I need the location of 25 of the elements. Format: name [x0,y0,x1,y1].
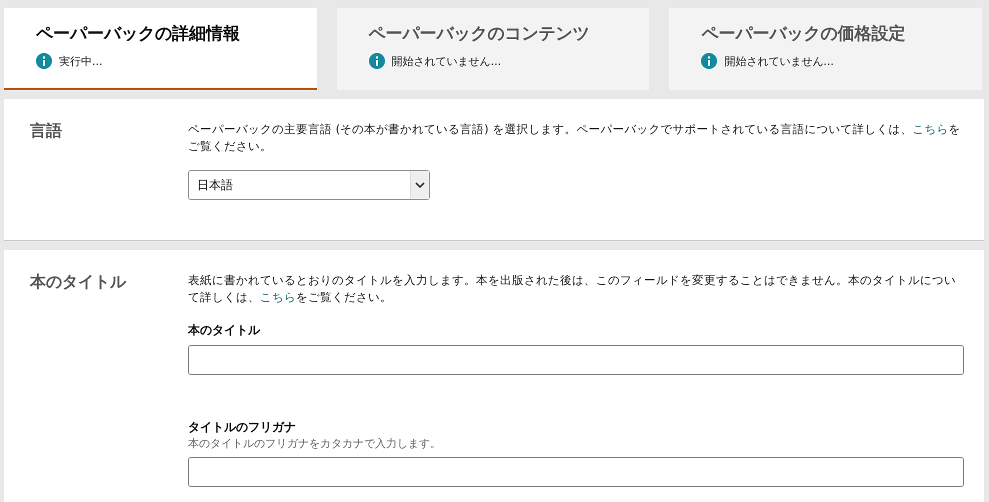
details-link[interactable]: こちら [260,290,296,304]
step-tab[interactable]: ペーパーバックの詳細情報 実行中... [4,8,317,90]
language-dropdown[interactable]: 日本語 [188,170,430,200]
field-hint: 本のタイトルのフリガナをカタカナで入力します。 [188,436,442,451]
field-label: 本のタイトル [188,322,262,339]
tab-title: ペーパーバックの価格設定 [701,23,906,45]
tab-status: 実行中... [59,54,102,68]
section-description: ペーパーバックの主要言語 (その本が書かれている言語) を選択します。ペーパーバックでサポートされている言語について詳しくは、こちら をご覧ください。 [188,121,962,155]
field-label: タイトルのフリガナ [188,419,297,436]
input-field[interactable] [188,345,964,375]
input-field[interactable] [188,457,964,487]
info-icon [368,53,385,69]
details-link[interactable]: こちら [912,122,948,136]
tab-status: 開始されていません... [724,54,834,68]
step-tab[interactable]: ペーパーバックのコンテンツ 開始されていません... [336,8,650,90]
tab-status: 開始されていません... [392,54,502,68]
info-icon [36,53,52,69]
section-heading: 本のタイトル [30,272,128,293]
tab-title: ペーパーバックのコンテンツ [368,23,591,45]
step-tab[interactable]: ペーパーバックの価格設定 開始されていません... [669,8,982,90]
section-description: 表紙に書かれているとおりのタイトルを入力します。本を出版された後は、このフィールドを変更することはできません。本のタイトルについて詳しくは、こちら をご覧ください。 [188,272,957,306]
section-heading: 言語 [30,121,63,142]
chevron-down-icon [415,182,425,188]
info-icon [701,53,718,69]
tab-title: ペーパーバックの詳細情報 [36,23,241,45]
